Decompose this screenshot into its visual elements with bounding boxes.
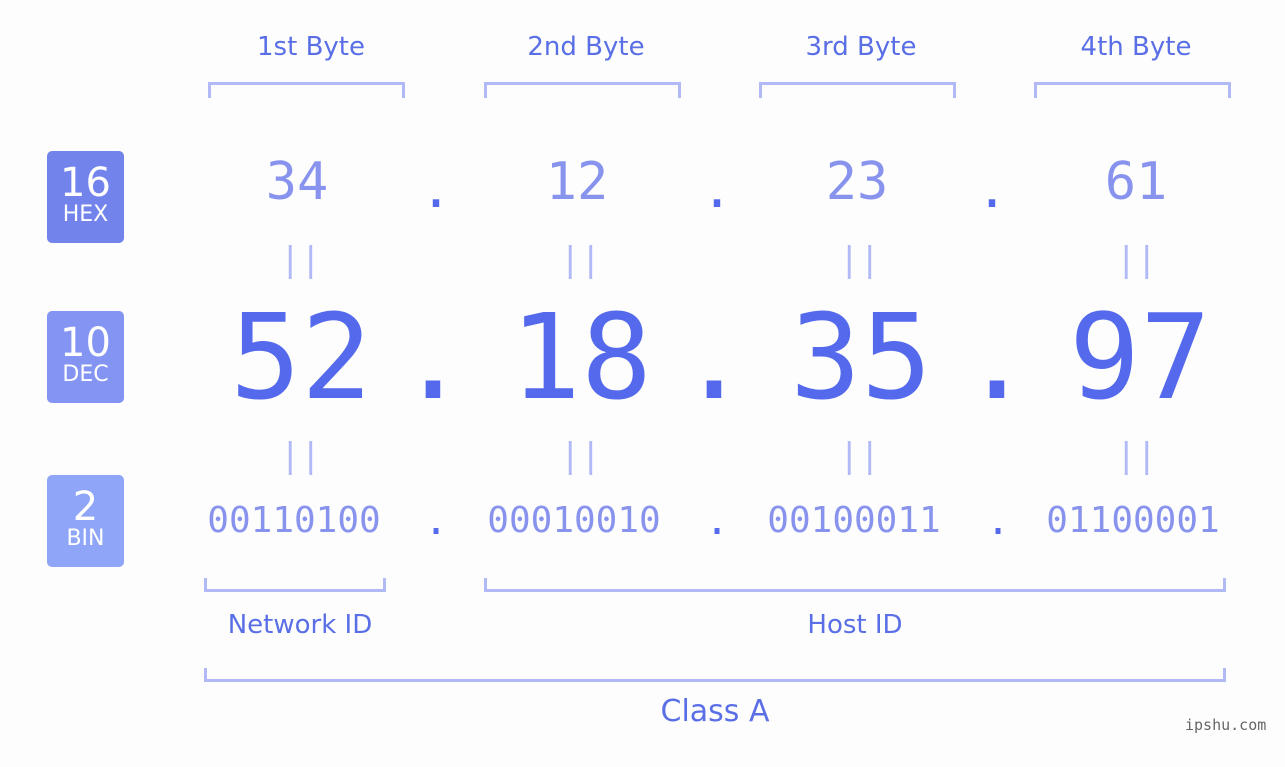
hex-badge-label: HEX [62,202,109,227]
host-id-bracket [484,578,1226,592]
bin-badge-label: BIN [66,526,105,551]
bin-separator-1: . [423,498,449,544]
byte-label-1: 1st Byte [257,32,365,62]
hex-badge: 16 HEX [47,151,124,243]
dec-badge-number: 10 [60,320,111,366]
byte-bracket-1 [208,82,405,98]
watermark: ipshu.com [1185,716,1267,734]
equals-hex-dec-3: || [839,240,880,280]
byte-label-4: 4th Byte [1080,32,1192,62]
class-label: Class A [660,694,770,729]
hex-separator-3: . [976,160,1008,220]
bin-byte-2: 00010010 [487,500,661,541]
dec-byte-3: 35 [789,288,933,426]
hex-byte-2: 12 [545,152,609,212]
bin-separator-3: . [985,498,1011,544]
equals-dec-bin-1: || [280,436,321,476]
equals-hex-dec-2: || [560,240,601,280]
byte-bracket-2 [484,82,681,98]
dec-byte-2: 18 [509,288,653,426]
equals-dec-bin-4: || [1116,436,1157,476]
equals-hex-dec-4: || [1116,240,1157,280]
bin-badge-number: 2 [72,484,99,530]
bin-badge: 2 BIN [47,475,124,567]
hex-byte-3: 23 [825,152,889,212]
class-bracket [204,668,1226,682]
hex-byte-1: 34 [265,152,329,212]
byte-bracket-4 [1034,82,1231,98]
dec-byte-1: 52 [229,288,373,426]
byte-label-3: 3rd Byte [805,32,917,62]
bin-byte-1: 00110100 [207,500,381,541]
network-id-bracket [204,578,386,592]
bin-byte-3: 00100011 [767,500,941,541]
hex-separator-1: . [420,160,452,220]
byte-label-2: 2nd Byte [527,32,645,62]
host-id-label: Host ID [807,610,903,640]
dec-badge: 10 DEC [47,311,124,403]
dec-byte-4: 97 [1068,288,1212,426]
network-id-label: Network ID [227,610,373,640]
equals-hex-dec-1: || [280,240,321,280]
hex-byte-4: 61 [1104,152,1168,212]
hex-separator-2: . [701,160,733,220]
bin-byte-4: 01100001 [1046,500,1220,541]
bin-separator-2: . [704,498,730,544]
equals-dec-bin-3: || [839,436,880,476]
hex-badge-number: 16 [60,160,111,206]
equals-dec-bin-2: || [560,436,601,476]
byte-bracket-3 [759,82,956,98]
dec-badge-label: DEC [62,362,109,387]
